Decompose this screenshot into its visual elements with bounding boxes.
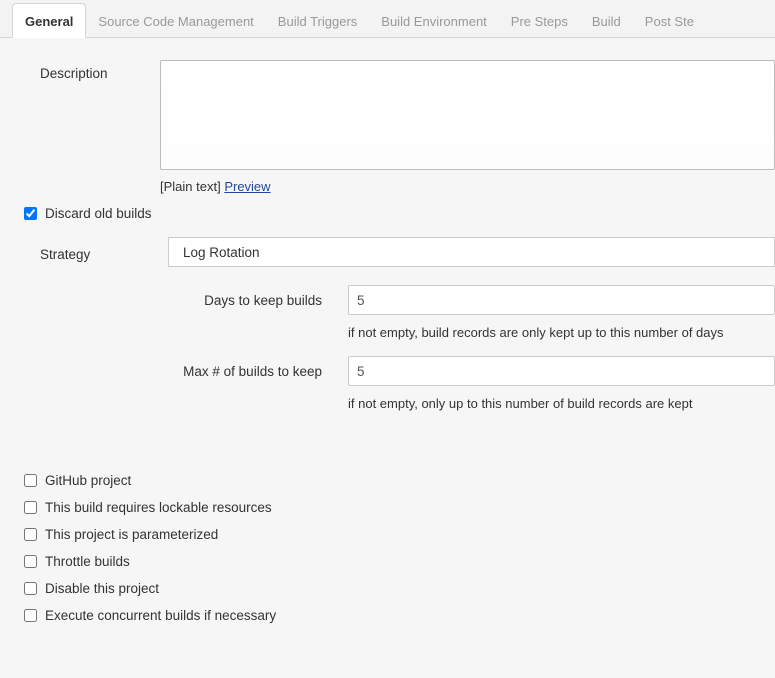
disable-project-label: Disable this project xyxy=(45,581,159,596)
description-label: Description xyxy=(24,60,160,81)
days-to-keep-input[interactable] xyxy=(348,285,775,315)
throttle-builds-checkbox[interactable] xyxy=(24,555,37,568)
tab-build[interactable]: Build xyxy=(580,4,633,37)
tab-general[interactable]: General xyxy=(12,3,86,38)
strategy-select[interactable]: Log Rotation xyxy=(168,237,775,267)
lockable-resources-checkbox[interactable] xyxy=(24,501,37,514)
tab-pre-steps[interactable]: Pre Steps xyxy=(499,4,580,37)
config-tabs: General Source Code Management Build Tri… xyxy=(0,0,775,38)
concurrent-builds-label: Execute concurrent builds if necessary xyxy=(45,608,276,623)
description-format: [Plain text] xyxy=(160,179,224,194)
tab-build-environment[interactable]: Build Environment xyxy=(369,4,499,37)
tab-post-steps[interactable]: Post Ste xyxy=(633,4,706,37)
concurrent-builds-checkbox[interactable] xyxy=(24,609,37,622)
discard-old-builds-label: Discard old builds xyxy=(45,206,152,221)
strategy-label: Strategy xyxy=(24,243,144,262)
description-textarea[interactable] xyxy=(160,60,775,170)
max-builds-input[interactable] xyxy=(348,356,775,386)
github-project-checkbox[interactable] xyxy=(24,474,37,487)
max-builds-help: if not empty, only up to this number of … xyxy=(162,390,775,427)
preview-link[interactable]: Preview xyxy=(224,179,270,194)
days-to-keep-help: if not empty, build records are only kep… xyxy=(162,319,775,356)
throttle-builds-label: Throttle builds xyxy=(45,554,130,569)
parameterized-label: This project is parameterized xyxy=(45,527,218,542)
tab-scm[interactable]: Source Code Management xyxy=(86,4,265,37)
discard-old-builds-checkbox[interactable] xyxy=(24,207,37,220)
parameterized-checkbox[interactable] xyxy=(24,528,37,541)
github-project-label: GitHub project xyxy=(45,473,131,488)
max-builds-label: Max # of builds to keep xyxy=(162,364,348,379)
disable-project-checkbox[interactable] xyxy=(24,582,37,595)
tab-build-triggers[interactable]: Build Triggers xyxy=(266,4,369,37)
general-panel: Description [Plain text] Preview Discard… xyxy=(0,38,775,629)
days-to-keep-label: Days to keep builds xyxy=(162,293,348,308)
lockable-resources-label: This build requires lockable resources xyxy=(45,500,272,515)
